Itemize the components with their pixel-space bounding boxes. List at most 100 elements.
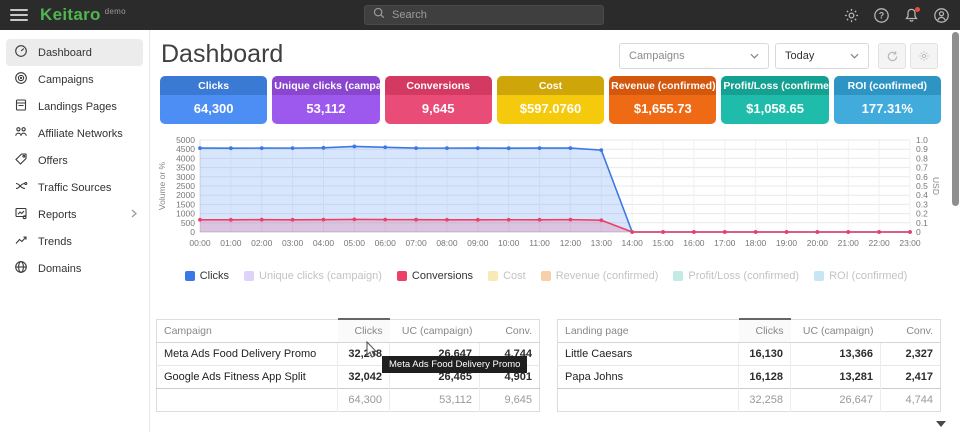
card-conversions[interactable]: Conversions9,645 [385, 76, 492, 124]
data-point[interactable] [569, 218, 573, 222]
row-name-cell[interactable]: Papa Johns [558, 366, 739, 389]
data-point[interactable] [630, 230, 634, 234]
sidebar-item-offers[interactable]: Offers [6, 147, 143, 174]
card-revenue-confirmed[interactable]: Revenue (confirmed)$1,655.73 [609, 76, 716, 124]
data-point[interactable] [198, 146, 202, 150]
dashboard-settings-button[interactable] [910, 43, 938, 69]
data-point[interactable] [877, 230, 881, 234]
data-point[interactable] [383, 145, 387, 149]
vertical-scrollbar[interactable] [952, 32, 959, 206]
sidebar-item-dashboard[interactable]: Dashboard [6, 39, 143, 66]
trends-icon [14, 233, 28, 250]
data-point[interactable] [291, 218, 295, 222]
data-point[interactable] [507, 146, 511, 150]
column-header-name[interactable]: Campaign [157, 319, 338, 343]
column-header-uc-campaign[interactable]: UC (campaign) [390, 319, 480, 343]
column-header-clicks[interactable]: Clicks [338, 319, 390, 343]
data-point[interactable] [445, 218, 449, 222]
chevron-down-icon [750, 53, 759, 59]
data-point[interactable] [383, 218, 387, 222]
data-point[interactable] [414, 146, 418, 150]
dashboard-icon [14, 44, 28, 61]
legend-item-cost[interactable]: Cost [488, 270, 526, 282]
data-point[interactable] [754, 230, 758, 234]
data-point[interactable] [352, 145, 356, 149]
column-header-uc-campaign[interactable]: UC (campaign) [791, 319, 881, 343]
sidebar-item-landings-pages[interactable]: Landings Pages [6, 93, 143, 120]
data-point[interactable] [661, 230, 665, 234]
data-point[interactable] [908, 230, 912, 234]
app-logo[interactable]: Keitarodemo [40, 5, 126, 25]
date-range-select[interactable]: Today [775, 43, 869, 69]
data-point[interactable] [599, 218, 603, 222]
data-point[interactable] [569, 146, 573, 150]
data-point[interactable] [260, 218, 264, 222]
data-point[interactable] [260, 146, 264, 150]
data-point[interactable] [291, 146, 295, 150]
table-row[interactable]: Papa Johns16,12813,2812,417 [558, 366, 941, 389]
legend-item-conversions[interactable]: Conversions [397, 270, 473, 282]
data-point[interactable] [723, 230, 727, 234]
sidebar-item-affiliate-networks[interactable]: Affiliate Networks [6, 120, 143, 147]
axis-tick-label: 06:00 [375, 238, 397, 248]
data-point[interactable] [476, 218, 480, 222]
table-row[interactable]: Little Caesars16,13013,3662,327 [558, 343, 941, 366]
top-bar: Keitarodemo ? [0, 0, 960, 30]
search-bar[interactable] [364, 5, 604, 25]
data-point[interactable] [229, 146, 233, 150]
axis-tick-label: 1.0 [916, 135, 928, 145]
help-icon[interactable]: ? [873, 7, 890, 24]
card-unique-clicks-campaign[interactable]: Unique clicks (campaign)53,112 [272, 76, 379, 124]
data-point[interactable] [538, 146, 542, 150]
data-point[interactable] [599, 148, 603, 152]
data-point[interactable] [322, 218, 326, 222]
account-icon[interactable] [933, 7, 950, 24]
sidebar-item-campaigns[interactable]: Campaigns [6, 66, 143, 93]
legend-item-clicks[interactable]: Clicks [185, 270, 229, 282]
menu-icon[interactable] [10, 6, 28, 24]
data-point[interactable] [352, 217, 356, 221]
data-point[interactable] [692, 230, 696, 234]
sidebar-item-domains[interactable]: Domains [6, 255, 143, 282]
sidebar-item-traffic-sources[interactable]: Traffic Sources [6, 174, 143, 201]
column-header-conv[interactable]: Conv. [480, 319, 540, 343]
sidebar-item-trends[interactable]: Trends [6, 228, 143, 255]
row-value-cell: 2,327 [881, 343, 941, 366]
column-header-clicks[interactable]: Clicks [739, 319, 791, 343]
card-cost[interactable]: Cost$597.0760 [497, 76, 604, 124]
data-point[interactable] [445, 146, 449, 150]
scroll-down-icon[interactable] [936, 421, 946, 427]
legend-item-unique-clicks-campaign[interactable]: Unique clicks (campaign) [244, 270, 382, 282]
column-header-name[interactable]: Landing page [558, 319, 739, 343]
notifications-icon[interactable] [903, 7, 920, 24]
data-point[interactable] [846, 230, 850, 234]
legend-item-profit-loss-confirmed[interactable]: Profit/Loss (confirmed) [673, 270, 799, 282]
row-name-cell[interactable]: Google Ads Fitness App Split [157, 366, 338, 389]
data-point[interactable] [414, 218, 418, 222]
data-point[interactable] [476, 146, 480, 150]
data-point[interactable] [507, 218, 511, 222]
card-roi-confirmed[interactable]: ROI (confirmed)177.31% [834, 76, 941, 124]
refresh-button[interactable] [878, 43, 906, 69]
legend-item-revenue-confirmed[interactable]: Revenue (confirmed) [541, 270, 659, 282]
data-point[interactable] [538, 218, 542, 222]
legend-item-roi-confirmed[interactable]: ROI (confirmed) [814, 270, 907, 282]
axis-tick-label: 21:00 [838, 238, 860, 248]
row-name-cell[interactable]: Meta Ads Food Delivery Promo [157, 343, 338, 366]
card-label: Profit/Loss (confirmed) [721, 76, 828, 95]
data-point[interactable] [322, 146, 326, 150]
data-point[interactable] [198, 218, 202, 222]
data-point[interactable] [785, 230, 789, 234]
campaign-filter-select[interactable]: Campaigns [619, 43, 769, 69]
row-name-cell[interactable]: Little Caesars [558, 343, 739, 366]
data-point[interactable] [229, 218, 233, 222]
sidebar-item-label: Domains [38, 263, 81, 275]
settings-icon[interactable] [843, 7, 860, 24]
card-clicks[interactable]: Clicks64,300 [160, 76, 267, 124]
search-input[interactable] [392, 9, 595, 21]
card-profit-loss-confirmed[interactable]: Profit/Loss (confirmed)$1,058.65 [721, 76, 828, 124]
axis-tick-label: 0.4 [916, 190, 928, 200]
sidebar-item-reports[interactable]: Reports [6, 201, 143, 228]
data-point[interactable] [815, 230, 819, 234]
column-header-conv[interactable]: Conv. [881, 319, 941, 343]
